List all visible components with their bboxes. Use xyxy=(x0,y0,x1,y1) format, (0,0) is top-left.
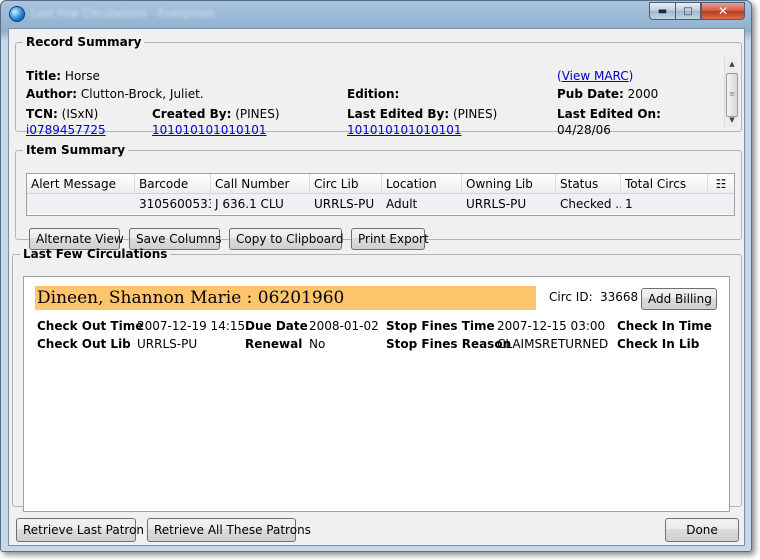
edited-on-label: Last Edited On: xyxy=(557,107,661,121)
circ-id-value: 33668 xyxy=(600,290,639,304)
scroll-down-icon[interactable]: ▼ xyxy=(725,113,739,127)
scroll-thumb[interactable]: ≡ xyxy=(726,73,738,117)
retrieve-all-patrons-button[interactable]: Retrieve All These Patrons xyxy=(147,518,311,542)
cell-alert-message xyxy=(27,194,135,214)
column-picker-icon[interactable]: ☷ xyxy=(708,174,734,194)
window-title: Last Few Circulations - Evergreen xyxy=(31,7,215,20)
item-grid: Alert Message Barcode Call Number Circ L… xyxy=(26,173,735,216)
due-date-value: 2008-01-02 xyxy=(309,319,379,333)
tcn-row: TCN: (ISxN) xyxy=(26,107,98,121)
title-bar[interactable]: Last Few Circulations - Evergreen ▬ □ ✕ xyxy=(1,1,751,27)
author-row: Author: Clutton-Brock, Juliet. xyxy=(26,87,204,101)
renewal-label: Renewal xyxy=(245,337,303,351)
cell-status: Checked ... xyxy=(560,197,621,211)
checkout-lib-value: URRLS-PU xyxy=(137,337,198,351)
pubdate-row: Pub Date: 2000 xyxy=(557,87,658,101)
tcn-type: (ISxN) xyxy=(61,107,99,121)
col-alert-message[interactable]: Alert Message xyxy=(27,174,135,194)
item-summary-legend: Item Summary xyxy=(26,143,126,157)
col-owning-lib[interactable]: Owning Lib xyxy=(462,174,556,194)
edited-by-row: Last Edited By: (PINES) xyxy=(347,107,497,121)
record-summary-legend: Record Summary xyxy=(26,35,142,49)
col-barcode[interactable]: Barcode xyxy=(135,174,211,194)
checkin-lib-label: Check In Lib xyxy=(617,337,700,351)
title-value: Horse xyxy=(64,69,100,83)
col-total-circs[interactable]: Total Circs xyxy=(621,174,708,194)
due-date-label: Due Date xyxy=(245,319,308,333)
created-by-link[interactable]: 101010101010101 xyxy=(152,123,267,137)
renewal-value: No xyxy=(309,337,326,351)
view-marc-close: ) xyxy=(628,69,634,83)
title-label: Title: xyxy=(26,69,62,83)
edited-on-value: 04/28/06 xyxy=(557,123,611,137)
item-grid-header: Alert Message Barcode Call Number Circ L… xyxy=(27,174,734,194)
pubdate-value: 2000 xyxy=(627,87,659,101)
view-marc: (View MARC) xyxy=(557,69,633,83)
minimize-button[interactable]: ▬ xyxy=(649,2,675,20)
author-label: Author: xyxy=(26,87,78,101)
stop-fines-time-label: Stop Fines Time xyxy=(386,319,495,333)
minimize-icon: ▬ xyxy=(657,5,668,17)
checkout-time-label: Check Out Time xyxy=(37,319,144,333)
edition-label: Edition: xyxy=(347,87,400,101)
close-icon: ✕ xyxy=(717,4,729,18)
patron-name: Dineen, Shannon Marie : 06201960 xyxy=(35,286,536,310)
stop-fines-reason-label: Stop Fines Reason xyxy=(386,337,512,351)
view-marc-link[interactable]: View MARC xyxy=(562,69,629,83)
caption-buttons: ▬ □ ✕ xyxy=(649,2,745,21)
record-summary-section: Record Summary Title: Horse Author: Clut… xyxy=(15,35,742,137)
done-button[interactable]: Done xyxy=(665,518,739,542)
edited-by-label: Last Edited By: xyxy=(347,107,450,121)
circulations-legend: Last Few Circulations xyxy=(23,247,168,261)
pubdate-label: Pub Date: xyxy=(557,87,624,101)
edited-by-org: (PINES) xyxy=(452,107,498,121)
cell-circ-lib: URRLS-PU xyxy=(314,197,375,211)
retrieve-last-patron-button[interactable]: Retrieve Last Patron xyxy=(16,518,144,542)
col-location[interactable]: Location xyxy=(382,174,462,194)
circulation-panel: Dineen, Shannon Marie : 06201960 Circ ID… xyxy=(23,276,730,512)
col-call-number[interactable]: Call Number xyxy=(211,174,310,194)
checkin-time-label: Check In Time xyxy=(617,319,712,333)
cell-barcode: 3105600533... xyxy=(139,197,211,211)
created-by-row: Created By: (PINES) xyxy=(152,107,280,121)
circ-id-label: Circ ID: xyxy=(549,290,593,304)
record-summary-scrollbar[interactable]: ▲ ≡ ▼ xyxy=(724,57,738,127)
created-by-org: (PINES) xyxy=(235,107,280,121)
app-globe-icon xyxy=(9,6,25,22)
created-by-label: Created By: xyxy=(152,107,232,121)
tcn-label: TCN: xyxy=(26,107,58,121)
tcn-link[interactable]: i0789457725 xyxy=(26,123,106,137)
maximize-button[interactable]: □ xyxy=(675,2,701,20)
cell-owning-lib: URRLS-PU xyxy=(466,197,527,211)
checkout-lib-label: Check Out Lib xyxy=(37,337,131,351)
cell-total-circs: 1 xyxy=(625,197,633,211)
author-value: Clutton-Brock, Juliet. xyxy=(80,87,204,101)
client-area: Record Summary Title: Horse Author: Clut… xyxy=(8,28,745,546)
cell-call-number: J 636.1 CLU xyxy=(215,197,284,211)
app-window: Last Few Circulations - Evergreen ▬ □ ✕ … xyxy=(0,0,752,552)
edited-by-link[interactable]: 101010101010101 xyxy=(347,123,462,137)
maximize-icon: □ xyxy=(683,5,693,17)
title-row: Title: Horse xyxy=(26,69,100,83)
scroll-up-icon[interactable]: ▲ xyxy=(725,57,739,71)
add-billing-button[interactable]: Add Billing xyxy=(641,288,717,310)
close-button[interactable]: ✕ xyxy=(701,2,745,20)
stop-fines-time-value: 2007-12-15 03:00 xyxy=(497,319,606,333)
item-summary-section: Item Summary Alert Message Barcode Call … xyxy=(15,143,742,250)
circulations-section: Last Few Circulations Dineen, Shannon Ma… xyxy=(12,247,742,512)
stop-fines-reason-value: CLAIMSRETURNED xyxy=(497,337,609,351)
col-circ-lib[interactable]: Circ Lib xyxy=(310,174,382,194)
checkout-time-value: 2007-12-19 14:15 xyxy=(137,319,246,333)
col-status[interactable]: Status xyxy=(556,174,621,194)
table-row[interactable]: 3105600533... J 636.1 CLU URRLS-PU Adult… xyxy=(27,194,734,214)
cell-location: Adult xyxy=(386,197,418,211)
